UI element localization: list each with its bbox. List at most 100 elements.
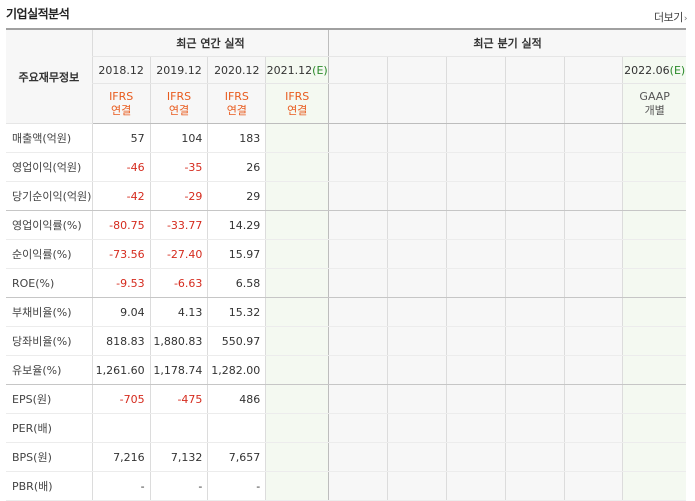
quarter-cell [387, 268, 447, 298]
table-row: PBR(배) - - - [6, 471, 686, 501]
value-cell: 7,657 [207, 442, 266, 472]
value-cell: -29 [149, 181, 208, 211]
estimate-cell [265, 384, 329, 414]
accounting-standard-empty [504, 83, 565, 124]
value-cell: -73.56 [91, 239, 151, 269]
value-cell: -705 [91, 384, 151, 414]
ifrs-label: IFRS [224, 89, 249, 103]
quarter-cell [563, 471, 623, 501]
row-header-label: 주요재무정보 [6, 29, 93, 124]
value-cell: -35 [149, 152, 208, 182]
period-label: 2021.12 [266, 63, 313, 77]
value-cell: 550.97 [207, 326, 266, 356]
table-row: 당기순이익(억원) -42 -29 29 [6, 181, 686, 211]
table-row: 부채비율(%) 9.04 4.13 15.32 [6, 297, 686, 327]
quarter-cell [328, 123, 388, 153]
more-link[interactable]: 더보기› [654, 9, 688, 25]
quarter-cell [504, 413, 565, 443]
quarter-cell [622, 326, 686, 356]
quarter-cell [563, 268, 623, 298]
quarter-cell [622, 413, 686, 443]
accounting-standard: IFRS 연결 [265, 83, 329, 124]
value-cell: -42 [91, 181, 151, 211]
table-row: 당좌비율(%) 818.83 1,880.83 550.97 [6, 326, 686, 356]
basis-label: 연결 [111, 103, 132, 117]
quarter-cell [563, 239, 623, 269]
quarter-cell [563, 181, 623, 211]
quarter-cell [387, 413, 447, 443]
value-cell: 183 [207, 123, 266, 153]
estimate-cell [265, 326, 329, 356]
table-row: EPS(원) -705 -475 486 [6, 384, 686, 414]
value-cell: 818.83 [91, 326, 151, 356]
quarter-cell [445, 413, 506, 443]
quarter-cell [504, 326, 565, 356]
annual-results-header: 최근 연간 실적 [91, 29, 329, 57]
quarter-cell [387, 123, 447, 153]
estimate-marker: (E) [669, 63, 686, 77]
chevron-right-icon: › [683, 14, 688, 24]
row-label: 당좌비율(%) [6, 326, 93, 356]
quarter-cell [445, 123, 506, 153]
quarter-cell [445, 471, 506, 501]
quarter-cell [563, 123, 623, 153]
quarter-period-empty [387, 56, 447, 84]
value-cell: 57 [91, 123, 151, 153]
quarter-period-empty [328, 56, 388, 84]
quarter-cell [563, 152, 623, 182]
row-label: EPS(원) [6, 384, 93, 414]
quarter-cell [387, 355, 447, 385]
value-cell: 1,261.60 [91, 355, 151, 385]
basis-label: 연결 [287, 103, 308, 117]
accounting-standard-empty [563, 83, 623, 124]
value-cell: 14.29 [207, 210, 266, 240]
value-cell: -9.53 [91, 268, 151, 298]
quarter-cell [563, 384, 623, 414]
quarter-period-empty [504, 56, 565, 84]
value-cell: -33.77 [149, 210, 208, 240]
value-cell: 486 [207, 384, 266, 414]
row-label: 유보율(%) [6, 355, 93, 385]
estimate-cell [265, 123, 329, 153]
table-row: BPS(원) 7,216 7,132 7,657 [6, 442, 686, 472]
value-cell: -80.75 [91, 210, 151, 240]
quarter-cell [387, 384, 447, 414]
period-header-estimate: 2021.12(E) [265, 56, 329, 84]
quarter-cell [328, 268, 388, 298]
estimate-cell [265, 413, 329, 443]
quarter-cell [563, 326, 623, 356]
quarter-period-empty [563, 56, 623, 84]
estimate-cell [265, 442, 329, 472]
quarter-cell [622, 384, 686, 414]
quarter-cell [622, 268, 686, 298]
table-row: 영업이익률(%) -80.75 -33.77 14.29 [6, 210, 686, 240]
estimate-marker: (E) [312, 63, 328, 77]
quarter-cell [445, 442, 506, 472]
quarter-cell [504, 384, 565, 414]
quarter-cell [622, 123, 686, 153]
estimate-cell [265, 152, 329, 182]
estimate-cell [265, 355, 329, 385]
quarter-cell [328, 326, 388, 356]
quarter-cell [622, 210, 686, 240]
row-label: PER(배) [6, 413, 93, 443]
table-row: 매출액(억원) 57 104 183 [6, 123, 686, 153]
value-cell: 104 [149, 123, 208, 153]
quarter-period-empty [445, 56, 506, 84]
quarter-cell [328, 210, 388, 240]
ifrs-label: IFRS [166, 89, 192, 103]
quarter-cell [504, 123, 565, 153]
value-cell: 6.58 [207, 268, 266, 298]
period-header: 2020.12 [207, 56, 266, 84]
value-cell: 15.97 [207, 239, 266, 269]
basis-label: 연결 [226, 103, 247, 117]
value-cell: 9.04 [91, 297, 151, 327]
value-cell [91, 413, 151, 443]
quarter-cell [328, 239, 388, 269]
quarter-cell [622, 297, 686, 327]
quarter-cell [445, 152, 506, 182]
quarter-cell [563, 210, 623, 240]
quarter-cell [445, 239, 506, 269]
gaap-label: GAAP [639, 89, 670, 103]
quarter-cell [387, 326, 447, 356]
